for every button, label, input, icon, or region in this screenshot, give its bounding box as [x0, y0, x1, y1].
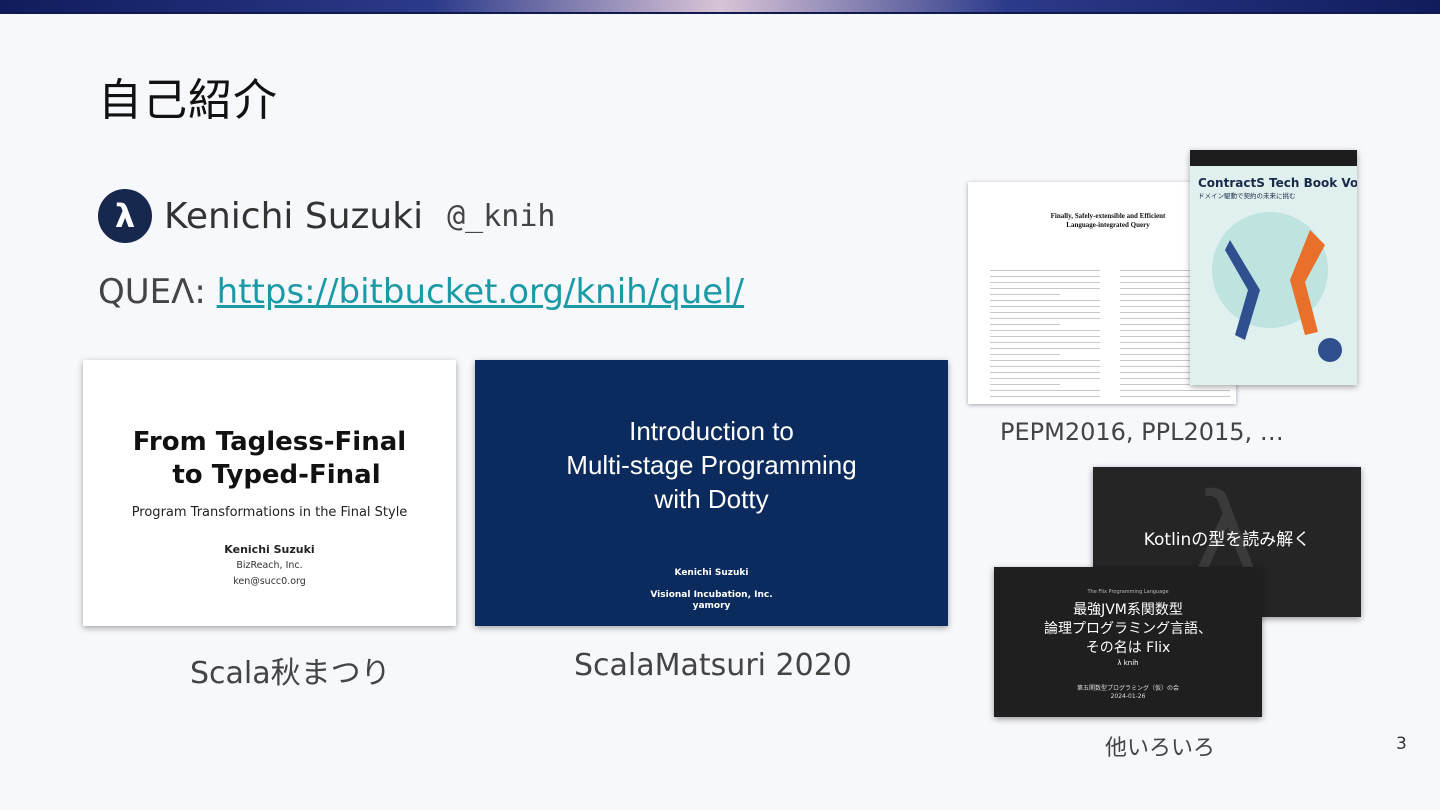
talk-kicker: The Flix Programming Language: [1087, 589, 1169, 595]
paper-text-line: [990, 348, 1100, 349]
talk-title: Introduction to Multi-stage Programming …: [475, 414, 948, 516]
paper-text-line: [990, 306, 1100, 307]
talk-org: BizReach, Inc.: [236, 560, 303, 571]
top-banner-underline: [0, 12, 1440, 14]
paper-text-line: [990, 366, 1100, 367]
caption-others: 他いろいろ: [1105, 736, 1216, 761]
talk-title: 最強JVM系関数型 論理プログラミング言語、 その名は Flix: [994, 601, 1262, 658]
book-badge: [1318, 338, 1342, 362]
talk-org-line: Visional Incubation, Inc.: [650, 590, 773, 600]
paper-text-line: [990, 390, 1100, 391]
paper-text-line: [1120, 294, 1190, 295]
talk-author: Kenichi Suzuki: [674, 568, 749, 578]
talk-title-line: 最強JVM系関数型: [1073, 602, 1183, 618]
quel-label: QUEΛ:: [98, 272, 217, 312]
talk-title-line: with Dotty: [654, 484, 769, 514]
talk-author: Kenichi Suzuki: [224, 543, 315, 556]
talk-slide-flix: The Flix Programming Language 最強JVM系関数型 …: [994, 567, 1262, 717]
talk-slide-multistage: Introduction to Multi-stage Programming …: [475, 360, 948, 626]
paper-text-line: [990, 312, 1100, 313]
talk-subtitle: Program Transformations in the Final Sty…: [131, 505, 408, 520]
talk-title: From Tagless-Final to Typed-Final: [83, 426, 456, 492]
paper-text-line: [1120, 324, 1190, 325]
talk-title-line: Introduction to: [629, 416, 794, 446]
paper-title: Finally, Safely-extensible and Efficient…: [1028, 212, 1188, 230]
paper-text-line: [990, 384, 1060, 385]
paper-text-line: [990, 354, 1060, 355]
profile-handle: @_knih: [447, 198, 556, 234]
paper-text-line: [990, 342, 1100, 343]
talk-title-line: 論理プログラミング言語、: [1044, 621, 1212, 637]
talk-event-name: 第五関数型プログラミング（仮）の会: [1076, 685, 1179, 692]
caption-scalamatsuri: ScalaMatsuri 2020: [574, 648, 852, 683]
paper-text-line: [990, 270, 1100, 271]
paper-text-line: [990, 330, 1100, 331]
paper-text-line: [990, 378, 1100, 379]
paper-text-line: [990, 360, 1100, 361]
paper-text-line: [990, 282, 1100, 283]
caption-scala-aki: Scala秋まつり: [190, 656, 391, 691]
quel-link[interactable]: https://bitbucket.org/knih/quel/: [217, 272, 744, 312]
profile-name: Kenichi Suzuki: [164, 195, 424, 237]
book-cover: ContractS Tech Book Vol.1 ドメイン駆動で契約の未来に挑…: [1190, 150, 1357, 385]
talk-title-line: Multi-stage Programming: [566, 450, 857, 480]
paper-text-line: [990, 318, 1100, 319]
paper-text-line: [990, 288, 1100, 289]
paper-text-line: [990, 276, 1100, 277]
talk-title-line: From Tagless-Final: [132, 427, 407, 457]
lambda-avatar-icon: λ: [98, 189, 152, 243]
talk-email: ken@succ0.org: [233, 576, 306, 587]
slide-title: 自己紹介: [98, 75, 278, 126]
paper-text-line: [990, 300, 1100, 301]
top-banner: [0, 0, 1440, 12]
page-number: 3: [1396, 734, 1407, 754]
talk-org: Visional Incubation, Inc. yamory: [475, 590, 948, 612]
talk-org-line: yamory: [692, 601, 731, 611]
quel-line: QUEΛ: https://bitbucket.org/knih/quel/: [98, 272, 744, 312]
talk-event: 第五関数型プログラミング（仮）の会 2024-01-26: [994, 685, 1262, 701]
profile: λ Kenichi Suzuki @_knih: [98, 188, 555, 244]
caption-papers: PEPM2016, PPL2015, …: [1000, 418, 1284, 446]
paper-text-line: [1120, 384, 1190, 385]
talk-title: Kotlinの型を読み解く: [1143, 530, 1311, 550]
paper-title-line: Language-integrated Query: [1066, 221, 1150, 229]
talk-event-date: 2024-01-26: [1110, 693, 1146, 700]
talk-author: λ knih: [1117, 659, 1139, 667]
paper-text-line: [1120, 354, 1190, 355]
paper-title-line: Finally, Safely-extensible and Efficient: [1050, 212, 1166, 220]
paper-text-line: [990, 372, 1100, 373]
book-illustration: [1212, 212, 1342, 362]
paper-text-line: [1120, 396, 1230, 397]
paper-text-line: [990, 396, 1100, 397]
talk-slide-tagless-final: From Tagless-Final to Typed-Final Progra…: [83, 360, 456, 626]
paper-text-line: [990, 324, 1060, 325]
paper-text-line: [990, 294, 1060, 295]
paper-text-line: [1120, 390, 1230, 391]
paper-text-line: [990, 336, 1100, 337]
talk-title-line: その名は Flix: [1085, 640, 1171, 656]
talk-title-line: to Typed-Final: [172, 460, 381, 490]
